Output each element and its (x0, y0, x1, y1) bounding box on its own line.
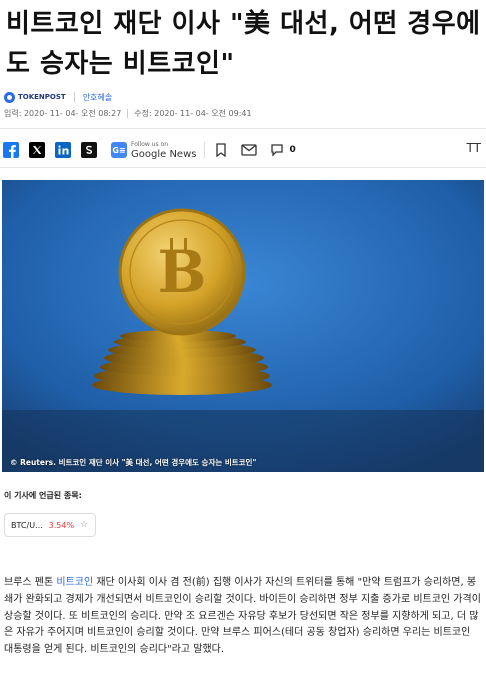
star-icon[interactable]: ☆ (80, 520, 88, 530)
tokenpost-logo-text: TOKENPOST (18, 93, 66, 101)
tokenpost-logo-icon (4, 91, 15, 103)
google-news-label: Google News (131, 149, 197, 160)
divider (127, 109, 129, 118)
mentioned-tickers-label: 이 기사에 언급된 종목: (4, 491, 82, 500)
share-s-icon[interactable] (81, 142, 97, 158)
google-news-icon: G≡ (111, 142, 127, 158)
body-text-start: 브루스 펜톤 (4, 577, 57, 588)
divider (204, 142, 206, 158)
article-dates: 입력: 2020- 11- 04- 오전 08:27 수정: 2020- 11-… (4, 108, 252, 119)
updated-date: 수정: 2020- 11- 04- 오전 09:41 (134, 109, 252, 118)
share-toolbar: G≡ Follow us on Google News 0 TT (3, 139, 483, 161)
divider (0, 167, 486, 168)
article-body: 브루스 펜톤 비트코인 재단 이사회 이사 겸 전(前) 집행 이사가 자신의 … (4, 575, 482, 659)
divider (0, 128, 486, 129)
bitcoin-coin-image: B (2, 180, 484, 472)
linkedin-icon[interactable] (55, 142, 71, 158)
ticker-symbol: BTC/U... (11, 520, 43, 530)
author-link[interactable]: 안호혜솔 (83, 92, 112, 103)
ticker-change: 3.54% (48, 520, 75, 530)
bookmark-icon[interactable] (213, 142, 229, 158)
svg-text:B: B (157, 238, 206, 306)
divider (73, 92, 75, 102)
article-photo: B (2, 180, 484, 472)
x-twitter-icon[interactable] (29, 142, 45, 158)
article-headline: 비트코인 재단 이사 "美 대선, 어떤 경우에도 승자는 비트코인" (6, 9, 481, 79)
comment-icon[interactable] (269, 142, 285, 158)
source-row: TOKENPOST 안호혜솔 (4, 90, 112, 104)
tokenpost-logo[interactable]: TOKENPOST (4, 91, 66, 103)
comment-count: 0 (289, 145, 296, 155)
photo-caption: © Reuters. 비트코인 재단 이사 "美 대선, 어떤 경우에도 승자는… (10, 458, 257, 467)
facebook-icon[interactable] (3, 142, 19, 158)
bitcoin-link[interactable]: 비트코인 (56, 577, 93, 588)
font-size-button[interactable]: TT (467, 141, 481, 155)
google-news-follow-button[interactable]: G≡ Follow us on Google News (111, 140, 196, 160)
published-date: 입력: 2020- 11- 04- 오전 08:27 (4, 109, 122, 118)
body-text-rest: 재단 이사회 이사 겸 전(前) 집행 이사가 자신의 트위터를 통해 "만약 … (4, 577, 481, 656)
ticker-chip[interactable]: BTC/U... 3.54% ☆ (4, 513, 96, 537)
mail-icon[interactable] (241, 142, 258, 158)
